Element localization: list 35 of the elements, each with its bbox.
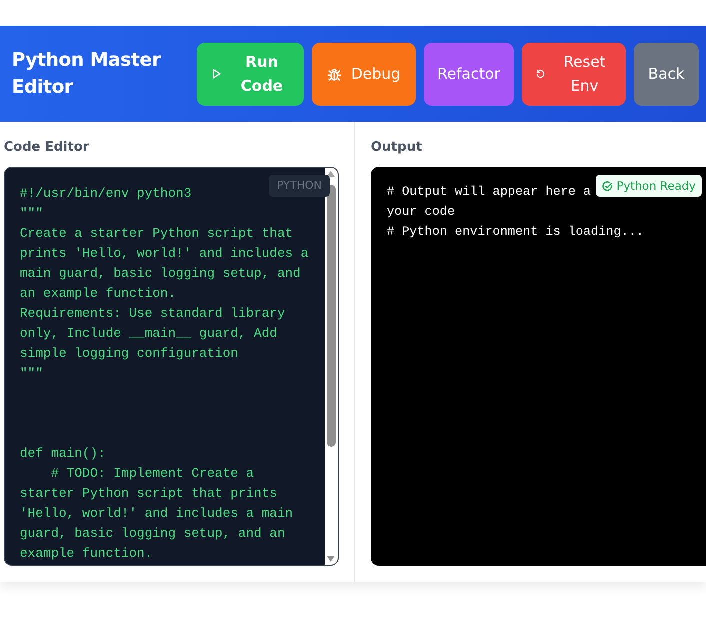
code-line: only, Include __main__ guard, Add <box>20 325 278 343</box>
code-line: 'Hello, world!' and includes a main <box>20 505 294 523</box>
code-line: prints 'Hello, world!' and includes a <box>20 245 309 263</box>
code-line: simple logging configuration <box>20 345 238 363</box>
code-line: """ <box>20 365 44 383</box>
code-line: # TODO: Implement Create a <box>50 465 254 483</box>
scrollbar[interactable] <box>325 168 338 565</box>
bug-icon <box>327 66 342 82</box>
section-heading: Output <box>371 139 424 157</box>
check-circle-icon <box>602 180 613 192</box>
code-line: #!/usr/bin/env python3 <box>20 185 192 203</box>
code-line: Create a starter Python script that <box>20 225 294 243</box>
code-line: an example function. <box>20 285 176 303</box>
language-badge: PYTHON <box>269 175 330 197</box>
code-line: main guard, basic logging setup, and <box>20 265 301 283</box>
refactor-button[interactable]: Refactor <box>424 42 514 106</box>
app-title: Python Master Editor <box>12 49 162 100</box>
code-line: starter Python script that prints <box>20 485 278 503</box>
output-line: your code <box>387 204 456 221</box>
run-button[interactable]: Run Code <box>197 42 304 106</box>
output-line: # Output will appear here a <box>387 184 592 201</box>
status-badge: Python Ready <box>596 175 702 197</box>
reset-button[interactable]: Reset Env <box>522 42 626 106</box>
code-line: example function. <box>20 545 153 563</box>
code-editor[interactable] <box>4 167 339 566</box>
output-line: # Python environment is loading... <box>387 224 644 241</box>
debug-button[interactable]: Debug <box>312 42 416 106</box>
code-line: """ <box>20 205 44 223</box>
code-line: guard, basic logging setup, and an <box>20 525 286 543</box>
back-button[interactable]: Back <box>634 42 699 106</box>
section-heading: Code Editor <box>4 139 90 157</box>
reset-icon <box>536 68 546 80</box>
code-line: Requirements: Use standard library <box>20 305 286 323</box>
play-icon <box>211 68 222 80</box>
code-line: def main(): <box>20 445 106 463</box>
